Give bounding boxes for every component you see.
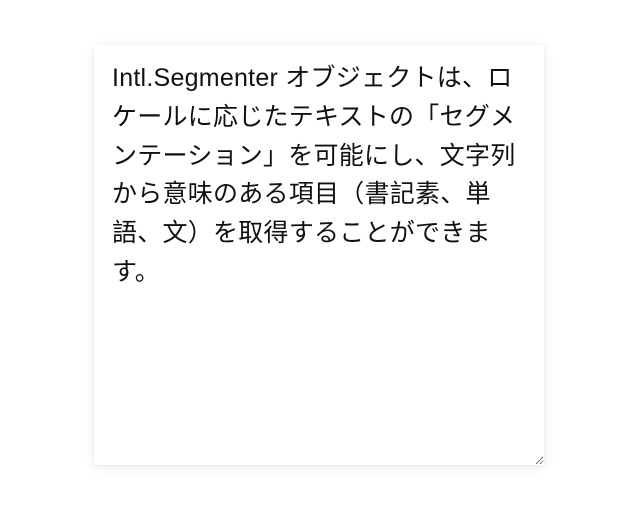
content-card [94, 45, 544, 465]
content-textarea[interactable] [94, 45, 544, 465]
textarea-wrap [94, 45, 544, 465]
